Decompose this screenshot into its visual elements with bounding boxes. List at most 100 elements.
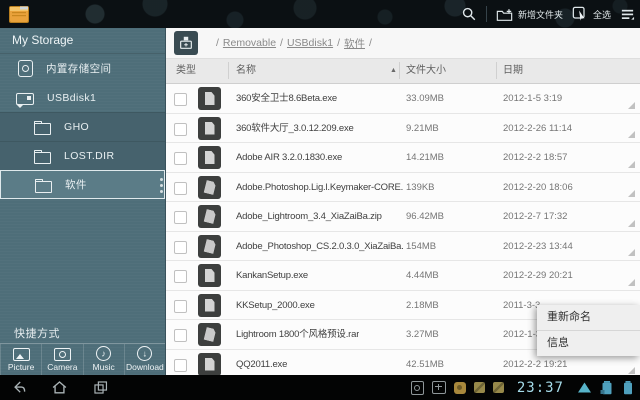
row-checkbox[interactable] bbox=[174, 211, 187, 224]
row-checkbox[interactable] bbox=[174, 329, 187, 342]
home-button[interactable] bbox=[51, 379, 68, 396]
shortcuts-title: 快捷方式 bbox=[14, 328, 60, 340]
toolbar-actions: 新增文件夹 全选 bbox=[461, 0, 635, 28]
file-row[interactable]: 360安全卫士8.6Beta.exe 33.09MB 2012-1-5 3:19 bbox=[166, 84, 640, 114]
shortcut-item[interactable]: Picture bbox=[0, 344, 41, 375]
file-row[interactable]: Adobe_Lightroom_3.4_XiaZaiBa.zip 96.42MB… bbox=[166, 202, 640, 232]
sidebar-item-label: 软件 bbox=[65, 179, 87, 191]
row-checkbox[interactable] bbox=[174, 358, 187, 372]
app-notification-icon[interactable] bbox=[492, 382, 504, 393]
file-name: Adobe_Photoshop_CS.2.0.3.0_XiaZaiBa.zip bbox=[236, 240, 403, 252]
row-expand-handle[interactable] bbox=[628, 101, 635, 109]
table-header: 类型 名称 ▲ 文件大小 日期 bbox=[166, 58, 640, 84]
file-date: 2012-2-2 18:57 bbox=[503, 152, 568, 163]
file-size: 9.21MB bbox=[406, 122, 439, 134]
system-tray: 23:37 bbox=[410, 379, 640, 396]
context-menu-item[interactable]: 信息 bbox=[537, 330, 640, 356]
sidebar-item[interactable]: 内置存储空间 bbox=[0, 54, 165, 83]
shortcut-item[interactable]: Music bbox=[82, 344, 124, 375]
row-checkbox[interactable] bbox=[174, 93, 187, 106]
overflow-menu-button[interactable] bbox=[620, 7, 635, 22]
file-size: 154MB bbox=[406, 240, 437, 252]
usb-device-icon[interactable] bbox=[174, 31, 198, 55]
back-button[interactable] bbox=[10, 379, 27, 396]
recent-apps-button[interactable] bbox=[92, 379, 109, 396]
file-type-icon bbox=[198, 352, 221, 375]
context-menu: 重新命名 信息 bbox=[537, 305, 640, 356]
file-type-icon bbox=[198, 293, 221, 317]
status-clock[interactable]: 23:37 bbox=[517, 380, 564, 396]
shortcut-item[interactable]: Download bbox=[123, 344, 165, 375]
file-date: 2012-1-3 bbox=[503, 329, 542, 340]
app-notification-icon[interactable] bbox=[473, 382, 485, 393]
folder-icon bbox=[34, 150, 51, 164]
column-header-type[interactable]: 类型 bbox=[176, 59, 196, 82]
file-name: Adobe.Photoshop.Lig.l.Keymaker-CORE.rar bbox=[236, 181, 403, 193]
row-expand-handle[interactable] bbox=[628, 278, 635, 286]
row-expand-handle[interactable] bbox=[628, 367, 635, 374]
sort-ascending-icon[interactable]: ▲ bbox=[390, 59, 397, 82]
file-row[interactable]: 360软件大厅_3.0.12.209.exe 9.21MB 2012-2-26 … bbox=[166, 113, 640, 143]
row-expand-handle[interactable] bbox=[628, 219, 635, 227]
row-expand-handle[interactable] bbox=[628, 160, 635, 168]
breadcrumb-link[interactable]: 软件 bbox=[344, 36, 365, 51]
file-row[interactable]: Adobe AIR 3.2.0.1830.exe 14.21MB 2012-2-… bbox=[166, 143, 640, 173]
file-type-icon bbox=[198, 146, 221, 169]
context-menu-item[interactable]: 重新命名 bbox=[537, 305, 640, 330]
wifi-icon[interactable] bbox=[577, 381, 592, 394]
file-type-icon bbox=[198, 205, 221, 228]
sidebar-item[interactable]: LOST.DIR bbox=[0, 141, 165, 170]
storage-notification-icon[interactable] bbox=[410, 380, 424, 395]
file-type-icon bbox=[198, 264, 221, 287]
battery-icon[interactable] bbox=[622, 379, 634, 396]
sidebar-item[interactable]: USBdisk1 bbox=[0, 83, 165, 112]
row-expand-handle[interactable] bbox=[628, 249, 635, 256]
row-checkbox[interactable] bbox=[174, 240, 187, 254]
new-folder-label: 新增文件夹 bbox=[517, 9, 563, 20]
picture-icon bbox=[12, 347, 30, 361]
sidebar-item[interactable]: GHO bbox=[0, 112, 165, 141]
select-all-button[interactable]: 全选 bbox=[572, 6, 611, 22]
row-checkbox[interactable] bbox=[174, 299, 187, 313]
column-header-name[interactable]: 名称 bbox=[236, 59, 256, 82]
file-size: 2.18MB bbox=[406, 299, 439, 311]
shortcut-label: Music bbox=[92, 362, 115, 372]
row-checkbox[interactable] bbox=[174, 181, 187, 195]
file-row[interactable]: Adobe.Photoshop.Lig.l.Keymaker-CORE.rar … bbox=[166, 172, 640, 202]
file-row[interactable]: KankanSetup.exe 4.44MB 2012-2-29 20:21 bbox=[166, 261, 640, 291]
sidebar-item[interactable]: 软件 bbox=[0, 170, 165, 199]
select-all-label: 全选 bbox=[592, 9, 611, 20]
file-date: 2011-3-3 bbox=[503, 299, 541, 311]
new-folder-button[interactable]: 新增文件夹 bbox=[496, 7, 563, 22]
file-date: 2012-2-7 17:32 bbox=[503, 211, 568, 222]
search-button[interactable] bbox=[461, 6, 477, 22]
shortcut-item[interactable]: Camera bbox=[41, 344, 82, 375]
row-expand-handle[interactable] bbox=[628, 131, 635, 138]
sidebar-scroll-indicator bbox=[160, 178, 163, 193]
column-header-date[interactable]: 日期 bbox=[503, 59, 523, 82]
row-checkbox[interactable] bbox=[174, 152, 187, 165]
shortcuts-row: Picture Camera Music Download bbox=[0, 343, 165, 375]
usb-notification-icon[interactable] bbox=[431, 381, 446, 394]
breadcrumb-link[interactable]: USBdisk1 bbox=[287, 37, 333, 49]
navigation-buttons bbox=[0, 379, 109, 396]
breadcrumb-link[interactable]: Removable bbox=[223, 37, 276, 49]
file-manager-app-icon[interactable] bbox=[8, 3, 30, 25]
file-row[interactable]: Adobe_Photoshop_CS.2.0.3.0_XiaZaiBa.zip … bbox=[166, 231, 640, 261]
file-size: 14.21MB bbox=[406, 152, 445, 163]
search-icon bbox=[461, 6, 477, 22]
dock-battery-icon[interactable] bbox=[600, 379, 614, 396]
row-checkbox[interactable] bbox=[174, 270, 187, 283]
download-icon bbox=[137, 346, 153, 361]
row-expand-handle[interactable] bbox=[628, 190, 635, 197]
new-folder-icon bbox=[496, 7, 513, 22]
android-notification-icon[interactable] bbox=[453, 381, 466, 394]
file-name: QQ2011.exe bbox=[236, 358, 288, 370]
breadcrumb-bar: / Removable / USBdisk1 / 软件 / bbox=[166, 28, 640, 58]
column-header-size[interactable]: 文件大小 bbox=[406, 59, 446, 82]
usb-icon bbox=[16, 93, 34, 108]
row-checkbox[interactable] bbox=[174, 122, 187, 136]
file-name: Adobe AIR 3.2.0.1830.exe bbox=[236, 152, 343, 163]
select-all-icon bbox=[572, 6, 588, 22]
file-type-icon bbox=[198, 175, 221, 199]
